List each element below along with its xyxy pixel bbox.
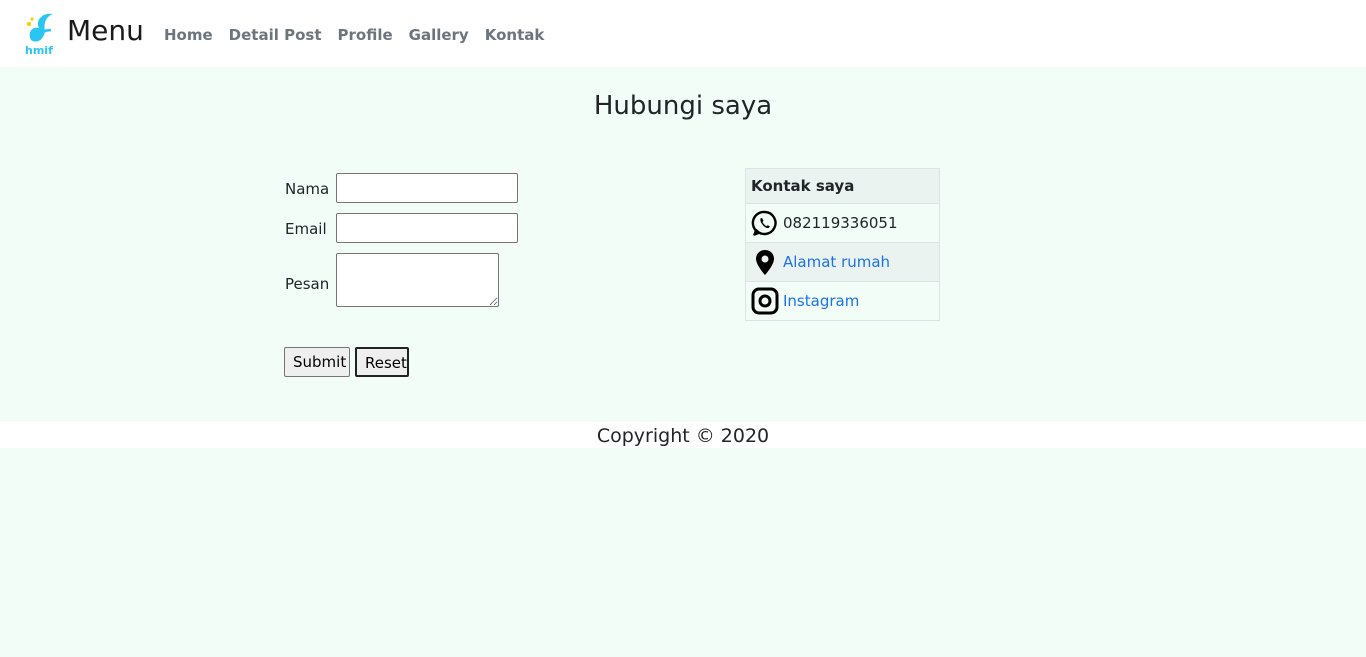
page-title: Hubungi saya <box>593 91 773 121</box>
phone-number: 082119336051 <box>783 214 898 232</box>
whatsapp-icon <box>751 209 779 237</box>
contact-table: Kontak saya 082119336051 Alamat rumah In… <box>745 168 940 321</box>
contact-row-address: Alamat rumah <box>745 242 940 282</box>
contact-row-phone: 082119336051 <box>745 203 940 243</box>
message-textarea[interactable] <box>336 253 499 307</box>
nav-link-kontak[interactable]: Kontak <box>485 24 545 46</box>
contact-row-instagram: Instagram <box>745 281 940 321</box>
nav-link-gallery[interactable]: Gallery <box>409 24 469 46</box>
name-input[interactable] <box>336 173 518 203</box>
copyright-text: Copyright © 2020 <box>596 425 770 447</box>
nav-links: Home Detail Post Profile Gallery Kontak <box>164 24 560 46</box>
navbar-brand[interactable]: Menu <box>67 12 144 50</box>
map-pin-icon <box>751 248 779 276</box>
instagram-icon <box>751 287 779 315</box>
hmif-logo[interactable]: hmif <box>23 10 61 57</box>
hmif-logo-icon: hmif <box>25 13 53 57</box>
name-label: Nama <box>285 180 330 198</box>
contact-table-header: Kontak saya <box>745 168 940 204</box>
email-input[interactable] <box>336 213 518 243</box>
nav-link-home[interactable]: Home <box>164 24 213 46</box>
message-label: Pesan <box>285 275 330 293</box>
reset-button[interactable]: Reset <box>355 347 409 377</box>
logo-text: hmif <box>25 44 53 56</box>
email-label: Email <box>285 220 327 238</box>
address-link[interactable]: Alamat rumah <box>783 253 890 271</box>
nav-link-profile[interactable]: Profile <box>338 24 393 46</box>
nav-link-detail-post[interactable]: Detail Post <box>229 24 322 46</box>
instagram-link[interactable]: Instagram <box>783 292 859 310</box>
navbar: hmif Menu Home Detail Post Profile Galle… <box>0 0 1366 67</box>
submit-button[interactable]: Submit <box>284 347 350 377</box>
main-content: Hubungi saya Nama Email Pesan Submit Res… <box>0 67 1366 422</box>
footer: Copyright © 2020 <box>0 422 1366 448</box>
